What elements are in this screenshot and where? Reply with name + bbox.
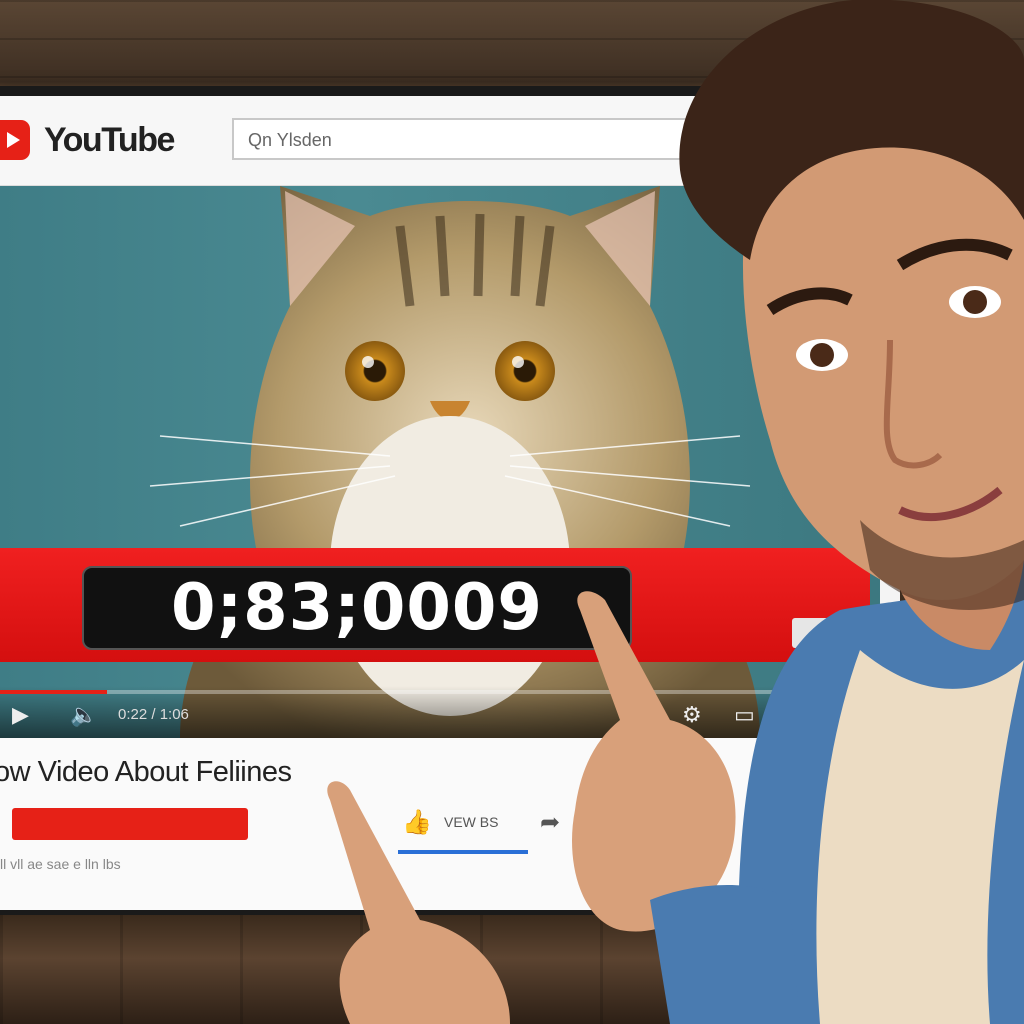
volume-icon[interactable]: 🔈	[70, 702, 97, 728]
video-title: ow Video About Feliines	[0, 756, 292, 788]
youtube-logo-text[interactable]: YouTube	[44, 121, 175, 160]
subscribe-button[interactable]	[12, 808, 248, 840]
share-icon[interactable]: ➦	[540, 808, 560, 837]
pointing-man	[572, 0, 1024, 1024]
current-time: 0:22 / 1:06	[118, 706, 189, 723]
youtube-play-icon[interactable]	[0, 120, 30, 160]
play-icon[interactable]: ▶	[12, 702, 29, 728]
video-meta: ll vll ae sae e lln lbs	[0, 856, 121, 872]
progress-fill	[0, 690, 107, 694]
pointing-hand	[327, 781, 510, 1024]
overlay-timestamp: 0;83;0009	[82, 566, 632, 650]
